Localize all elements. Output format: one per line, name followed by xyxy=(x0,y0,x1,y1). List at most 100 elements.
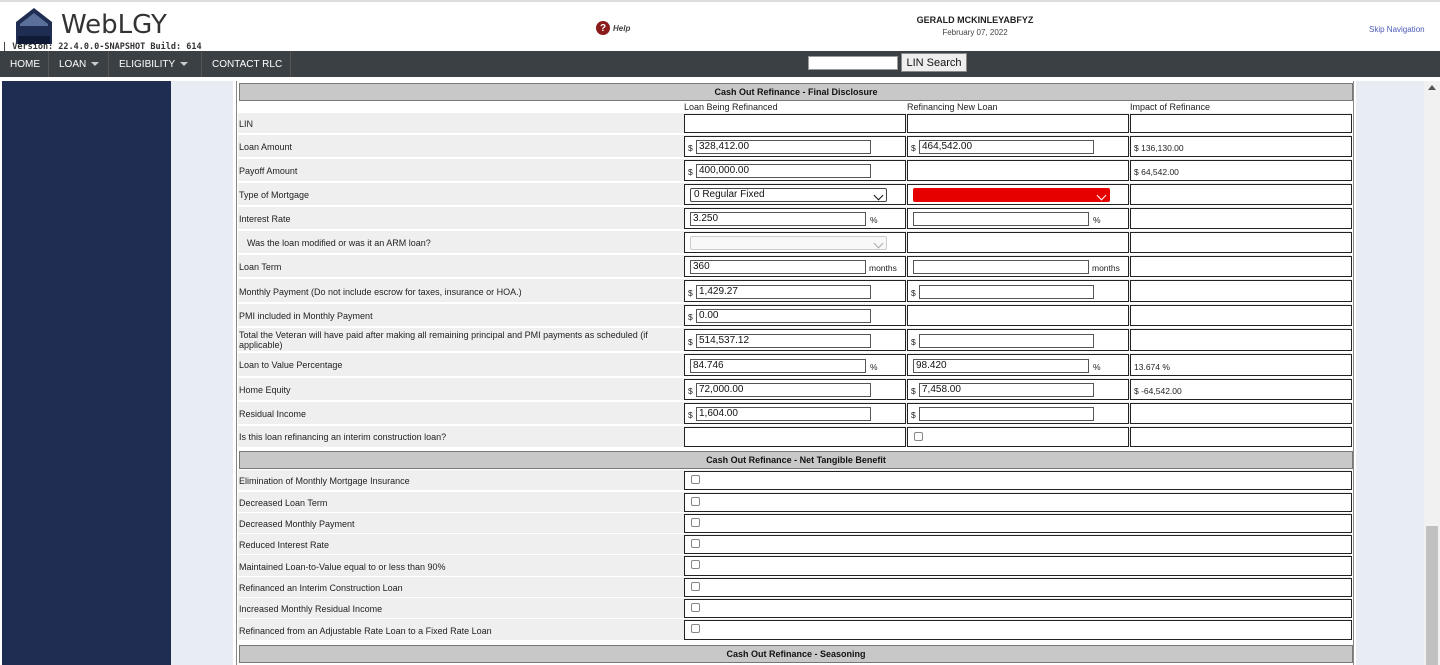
ntb-checkbox[interactable] xyxy=(691,582,700,591)
home-equity-new-cell: $ 7,458.00 xyxy=(907,379,1129,400)
months-unit: months xyxy=(869,263,897,273)
arm-old-cell xyxy=(684,232,906,253)
help-icon: ? xyxy=(596,21,610,35)
loan-term-new-input[interactable] xyxy=(913,260,1089,274)
monthly-payment-old-input[interactable]: 1,429.27 xyxy=(696,285,871,299)
row-home-equity: Home Equity $ 72,000.00 $ 7,458.00 $ -64… xyxy=(238,378,1352,401)
ntb-row: Refinanced from an Adjustable Rate Loan … xyxy=(238,619,1352,641)
ntb-checkbox[interactable] xyxy=(691,497,700,506)
col-loan-being-refinanced: Loan Being Refinanced xyxy=(684,102,778,112)
total-paid-label: Total the Veteran will have paid after m… xyxy=(239,330,648,350)
total-paid-new-input[interactable] xyxy=(919,334,1094,348)
nav-home[interactable]: HOME xyxy=(0,51,49,77)
ntb-label: Refinanced from an Adjustable Rate Loan … xyxy=(239,626,492,636)
lin-old-cell xyxy=(684,114,906,133)
nav-contact-label: CONTACT RLC xyxy=(212,58,283,70)
ntb-checkbox[interactable] xyxy=(691,539,700,548)
interim-construction-checkbox[interactable] xyxy=(914,432,923,441)
row-lin: LIN xyxy=(238,113,1352,134)
page-scrollbar[interactable] xyxy=(1424,81,1440,665)
ntb-row: Reduced Interest Rate xyxy=(238,534,1352,555)
residual-new-cell: $ xyxy=(907,403,1129,424)
row-pmi: PMI included in Monthly Payment $ 0.00 xyxy=(238,304,1352,327)
row-loan-amount: Loan Amount $ 328,412.00 $ 464,542.00 $ … xyxy=(238,135,1352,158)
user-name: GERALD MCKINLEYABFYZ xyxy=(916,15,1034,25)
ntb-checkbox[interactable] xyxy=(691,603,700,612)
arm-new-cell xyxy=(907,232,1129,253)
interest-rate-new-input[interactable] xyxy=(913,212,1089,226)
payoff-amount-label: Payoff Amount xyxy=(239,166,298,176)
nav-loan[interactable]: LOAN xyxy=(49,51,109,77)
monthly-payment-new-input[interactable] xyxy=(919,285,1094,299)
monthly-payment-new-cell: $ xyxy=(907,280,1129,302)
ntb-row: Refinanced an Interim Construction Loan xyxy=(238,577,1352,598)
loan-term-old-input[interactable]: 360 xyxy=(690,260,866,274)
ntb-row: Decreased Loan Term xyxy=(238,492,1352,513)
caret-down-icon xyxy=(91,62,100,66)
dollar-sign: $ xyxy=(911,288,916,298)
ntb-checkbox[interactable] xyxy=(691,518,700,527)
lin-search-input[interactable] xyxy=(808,56,898,70)
residual-old-input[interactable]: 1,604.00 xyxy=(696,407,871,421)
payoff-new-cell xyxy=(907,160,1129,181)
loan-amount-old-input[interactable]: 328,412.00 xyxy=(696,140,871,154)
caret-down-icon xyxy=(180,62,189,66)
skip-navigation-link[interactable]: Skip Navigation xyxy=(1369,25,1425,34)
scroll-up-arrow-icon[interactable] xyxy=(1428,85,1436,90)
row-residual-income: Residual Income $ 1,604.00 $ xyxy=(238,402,1352,425)
nav-eligibility-label: ELIGIBILITY xyxy=(119,58,176,70)
pmi-label: PMI included in Monthly Payment xyxy=(239,311,373,321)
ltv-new-cell: 98.420 % xyxy=(907,354,1129,376)
nav-eligibility[interactable]: ELIGIBILITY xyxy=(109,51,202,77)
row-total-paid: Total the Veteran will have paid after m… xyxy=(238,328,1352,352)
pmi-old-input[interactable]: 0.00 xyxy=(696,309,871,323)
mortgage-type-new-select[interactable] xyxy=(913,188,1110,202)
months-unit: months xyxy=(1092,263,1120,273)
dollar-sign: $ xyxy=(688,337,693,347)
arm-modified-select[interactable] xyxy=(690,236,887,250)
lin-search-button[interactable]: LIN Search xyxy=(901,53,967,72)
ntb-label: Refinanced an Interim Construction Loan xyxy=(239,583,403,593)
residual-old-cell: $ 1,604.00 xyxy=(684,403,906,424)
ntb-cell xyxy=(684,578,1352,597)
home-equity-new-input[interactable]: 7,458.00 xyxy=(919,383,1094,397)
loan-amount-new-input[interactable]: 464,542.00 xyxy=(919,140,1094,154)
lin-label: LIN xyxy=(239,119,254,129)
ntb-checkbox[interactable] xyxy=(691,475,700,484)
dollar-sign: $ xyxy=(911,143,916,153)
payoff-old-input[interactable]: 400,000.00 xyxy=(696,164,871,178)
ltv-old-input[interactable]: 84.746 xyxy=(690,359,866,373)
residual-new-input[interactable] xyxy=(919,407,1094,421)
chevron-down-icon xyxy=(1096,190,1107,201)
app-logo-text[interactable]: WebLGY xyxy=(61,10,167,40)
final-disclosure-header: Cash Out Refinance - Final Disclosure xyxy=(239,83,1353,101)
interim-old-cell xyxy=(684,427,906,447)
ntb-cell xyxy=(684,556,1352,576)
ntb-checkbox[interactable] xyxy=(691,624,700,633)
ntb-label: Decreased Loan Term xyxy=(239,498,328,508)
interest-rate-old-input[interactable]: 3.250 xyxy=(690,212,866,226)
mortgage-type-old-value: 0 Regular Fixed xyxy=(694,189,765,200)
interim-impact-cell xyxy=(1130,427,1352,447)
ntb-checkbox[interactable] xyxy=(691,560,700,569)
lin-new-cell xyxy=(907,114,1129,133)
total-paid-old-input[interactable]: 514,537.12 xyxy=(696,334,871,348)
row-mortgage-type: Type of Mortgage 0 Regular Fixed xyxy=(238,183,1352,206)
dollar-sign: $ xyxy=(688,312,693,322)
ntb-row: Increased Monthly Residual Income xyxy=(238,598,1352,619)
row-arm-modified: Was the loan modified or was it an ARM l… xyxy=(238,231,1352,254)
mortgage-type-new-cell xyxy=(907,184,1129,205)
nav-loan-label: LOAN xyxy=(59,58,87,70)
dollar-sign: $ xyxy=(911,410,916,420)
ltv-new-input[interactable]: 98.420 xyxy=(913,359,1089,373)
mortgage-type-old-select[interactable]: 0 Regular Fixed xyxy=(690,188,887,202)
house-logo-icon xyxy=(16,8,52,44)
monthly-payment-impact-cell xyxy=(1130,280,1352,302)
nav-contact-rlc[interactable]: CONTACT RLC xyxy=(202,51,291,77)
help-link[interactable]: ? Help xyxy=(596,21,630,35)
scroll-thumb[interactable] xyxy=(1426,526,1438,665)
row-payoff-amount: Payoff Amount $ 400,000.00 $ 64,542.00 xyxy=(238,159,1352,182)
home-equity-old-input[interactable]: 72,000.00 xyxy=(696,383,871,397)
current-date: February 07, 2022 xyxy=(942,28,1008,37)
ntb-row: Maintained Loan-to-Value equal to or les… xyxy=(238,555,1352,577)
